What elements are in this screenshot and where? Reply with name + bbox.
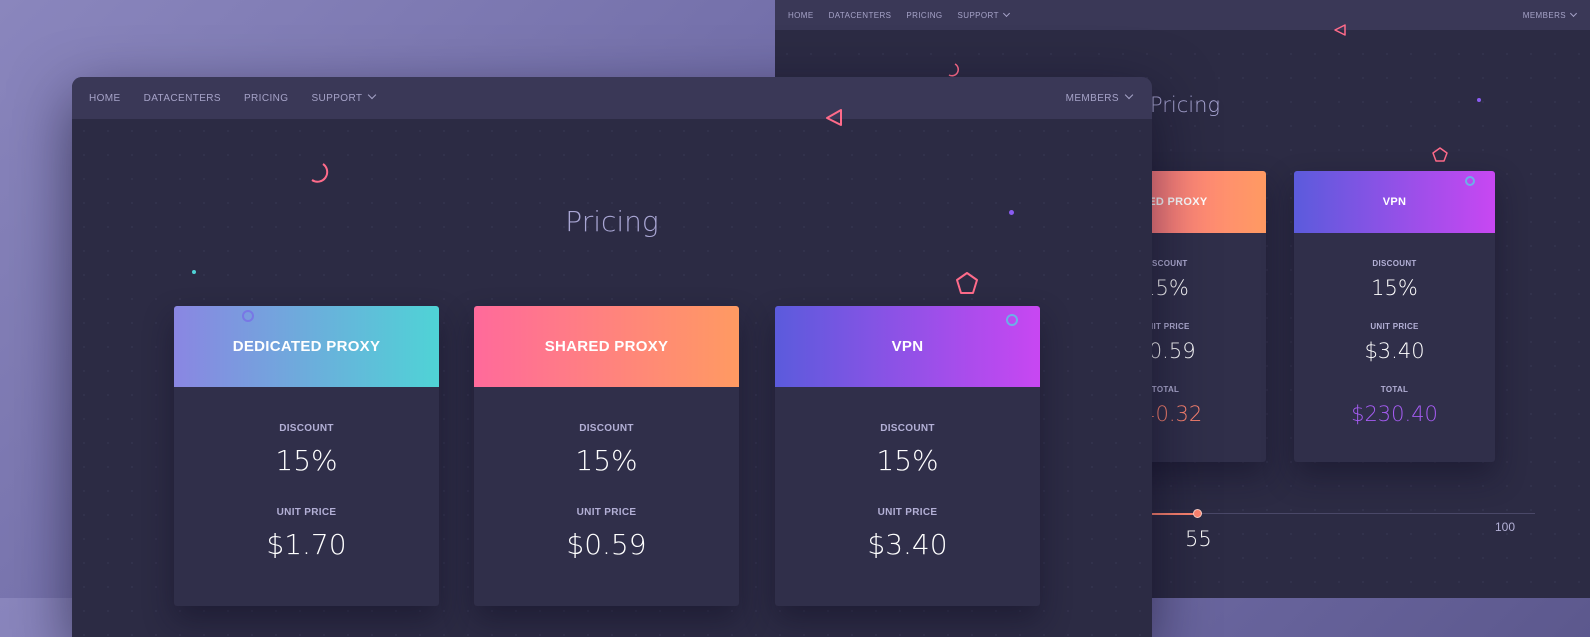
unit-price-value: $0.59: [566, 528, 647, 561]
discount-value: 15%: [1371, 276, 1418, 300]
pentagon-icon: [1432, 147, 1448, 162]
circle-icon: [1465, 176, 1475, 186]
circle-icon: [242, 310, 254, 322]
unit-price-value: $1.70: [266, 528, 347, 561]
arc-icon: [948, 63, 959, 77]
unit-price-label: UNIT PRICE: [877, 507, 938, 518]
nav-pricing[interactable]: PRICING: [244, 93, 288, 104]
dot-icon: [192, 270, 196, 274]
slider-handle[interactable]: [1193, 509, 1202, 518]
total-label: TOTAL: [1380, 385, 1409, 394]
card-title: VPN: [891, 338, 924, 355]
back-nav-members-label: MEMBERS: [1522, 10, 1566, 20]
arc-icon: [311, 163, 329, 183]
foreground-window: HOME DATACENTERS PRICING SUPPORT MEMBERS…: [72, 77, 1152, 637]
total-value: $230.40: [1351, 402, 1438, 426]
page-title: Pricing: [565, 205, 659, 238]
nav-members[interactable]: MEMBERS: [1065, 90, 1134, 104]
chevron-down-icon: [368, 90, 377, 99]
back-nav-datacenters[interactable]: DATACENTERS: [829, 11, 892, 20]
circle-icon: [1006, 314, 1018, 326]
discount-label: DISCOUNT: [880, 423, 935, 434]
card-header: DEDICATED PROXY: [174, 306, 439, 387]
unit-price-label: UNIT PRICE: [1370, 322, 1419, 331]
card-shared-proxy: SHARED PROXY DISCOUNT 15% UNIT PRICE $0.…: [474, 306, 739, 606]
slider-max-label: 100: [1495, 520, 1516, 534]
card-header: VPN: [1294, 171, 1495, 233]
nav-members-label: MEMBERS: [1065, 92, 1119, 104]
card-dedicated-proxy: DEDICATED PROXY DISCOUNT 15% UNIT PRICE …: [174, 306, 439, 606]
back-card-vpn: VPN DISCOUNT 15% UNIT PRICE $3.40 TOTAL …: [1294, 171, 1495, 462]
chevron-down-icon: [1002, 9, 1010, 17]
card-title: VPN: [1382, 196, 1407, 208]
discount-value: 15%: [876, 444, 939, 477]
discount-label: DISCOUNT: [1372, 259, 1417, 268]
unit-price-label: UNIT PRICE: [276, 507, 337, 518]
slider-value: 55: [1185, 527, 1212, 551]
back-nav-bar: HOME DATACENTERS PRICING SUPPORT MEMBERS: [775, 0, 1590, 30]
back-nav-support-label: SUPPORT: [957, 10, 999, 20]
back-nav-pricing[interactable]: PRICING: [906, 11, 942, 20]
card-header: SHARED PROXY: [474, 306, 739, 387]
back-page-title: Pricing: [1150, 93, 1221, 117]
unit-price-value: $3.40: [867, 528, 948, 561]
triangle-icon: [826, 109, 842, 126]
discount-label: DISCOUNT: [579, 423, 634, 434]
nav-support[interactable]: SUPPORT: [311, 90, 377, 104]
card-title: SHARED PROXY: [544, 338, 669, 355]
back-nav-home[interactable]: HOME: [788, 11, 814, 20]
nav-support-label: SUPPORT: [311, 92, 363, 104]
back-nav-members[interactable]: MEMBERS: [1522, 9, 1578, 20]
nav-bar: HOME DATACENTERS PRICING SUPPORT MEMBERS: [72, 77, 1152, 119]
chevron-down-icon: [1124, 90, 1134, 99]
nav-home[interactable]: HOME: [89, 93, 121, 104]
triangle-icon: [1334, 24, 1346, 36]
discount-value: 15%: [275, 444, 338, 477]
pentagon-icon: [956, 272, 978, 294]
chevron-down-icon: [1569, 9, 1578, 17]
discount-value: 15%: [575, 444, 638, 477]
discount-label: DISCOUNT: [279, 423, 334, 434]
card-vpn: VPN DISCOUNT 15% UNIT PRICE $3.40: [775, 306, 1040, 606]
unit-price-value: $3.40: [1364, 339, 1425, 363]
back-nav-support[interactable]: SUPPORT: [957, 9, 1010, 20]
unit-price-label: UNIT PRICE: [576, 507, 637, 518]
card-title: DEDICATED PROXY: [232, 338, 381, 355]
nav-datacenters[interactable]: DATACENTERS: [144, 93, 221, 104]
dot-icon: [1477, 98, 1481, 102]
card-header: VPN: [775, 306, 1040, 387]
